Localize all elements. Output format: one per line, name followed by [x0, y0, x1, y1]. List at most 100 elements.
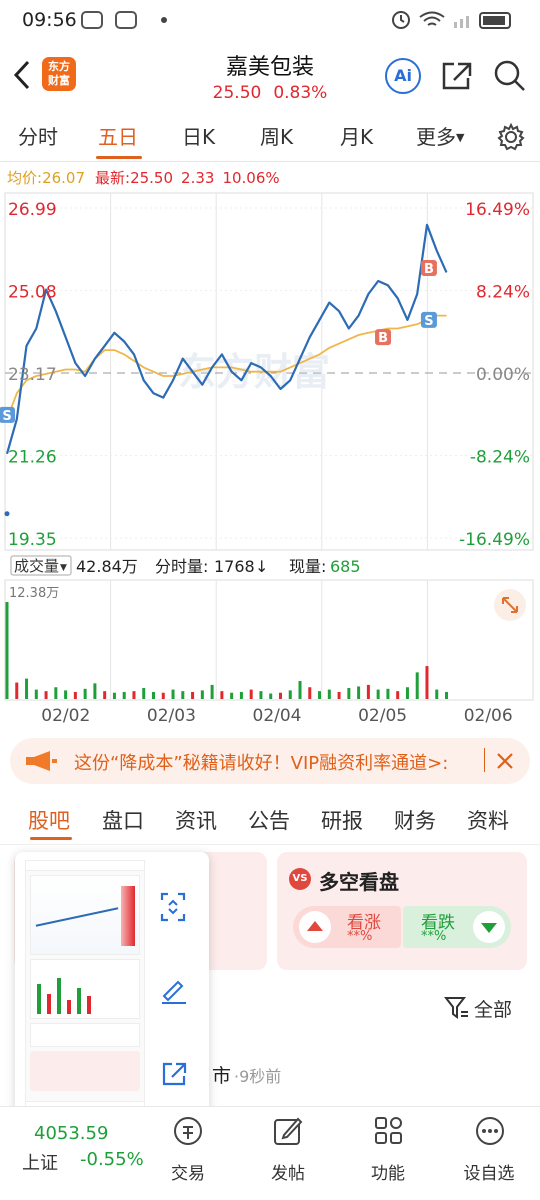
- screenshot-overlay[interactable]: [15, 852, 209, 1122]
- filter-icon[interactable]: [444, 995, 470, 1021]
- volume-total: 42.84万: [76, 557, 138, 576]
- volume-bar: [278, 692, 282, 699]
- index-name[interactable]: 上证: [22, 1149, 58, 1175]
- y-tick-left: 19.35: [8, 530, 57, 550]
- volume-bar: [73, 691, 77, 699]
- bullish-button[interactable]: 看涨 **%: [293, 906, 401, 948]
- volume-bar: [405, 687, 409, 699]
- tab-wuri[interactable]: 五日: [98, 121, 138, 150]
- nav-post[interactable]: 发帖: [248, 1159, 328, 1184]
- volume-bar: [376, 689, 380, 699]
- latest-change-pct: 10.06%: [222, 169, 280, 187]
- tab-month-k[interactable]: 月K: [340, 121, 373, 150]
- y-tick-right: -8.24%: [470, 448, 530, 468]
- fenshi-volume-value: 1768: [214, 557, 255, 576]
- volume-bars: [5, 602, 449, 699]
- volume-bar: [112, 692, 116, 699]
- volume-bar: [269, 693, 273, 699]
- functions-grid-icon: [375, 1117, 402, 1144]
- stock-header: 东方 财富 嘉美包装 25.50 0.83% Ai: [0, 40, 540, 112]
- buy-marker-label: B: [424, 262, 434, 277]
- screenshot-thumbnail[interactable]: [25, 860, 145, 1116]
- volume-label: 成交量: [14, 557, 59, 575]
- sell-marker-label: S: [2, 409, 11, 424]
- promo-banner[interactable]: 这份“降成本”秘籍请收好！VIP融资利率通道>:: [10, 738, 530, 784]
- nav-watchlist-settings[interactable]: 设自选: [449, 1159, 529, 1184]
- bearish-button[interactable]: 看跌 **%: [403, 906, 511, 948]
- volume-panel-frame: [4, 579, 534, 701]
- caret-down-icon: ▼: [456, 131, 465, 144]
- volume-grid: [110, 580, 428, 700]
- five-day-chart[interactable]: 东方财富 26.9925.0823.1721.2619.3516.49%8.24…: [0, 190, 540, 735]
- content-tab-underline: [30, 837, 72, 840]
- share-icon[interactable]: [440, 60, 474, 92]
- index-value[interactable]: 4053.59: [34, 1123, 108, 1144]
- share-screenshot-icon[interactable]: [160, 1060, 188, 1088]
- buy-marker-label: B: [378, 331, 388, 346]
- system-status-icons: [392, 11, 511, 29]
- x-tick-label: 02/06: [464, 706, 513, 726]
- y-tick-left: 26.99: [8, 200, 57, 220]
- volume-bar: [64, 690, 68, 699]
- tab-announcements[interactable]: 公告: [248, 805, 290, 835]
- y-tick-right: -16.49%: [459, 530, 530, 550]
- ai-button[interactable]: Ai: [385, 58, 421, 94]
- content-tabs: 股吧 盘口 资讯 公告 研报 财务 资料: [0, 795, 540, 845]
- volume-bar: [54, 687, 58, 699]
- price-info-line: 均价:26.07 最新:25.50 2.33 10.06%: [7, 167, 280, 188]
- volume-bar: [357, 686, 361, 699]
- crop-screenshot-icon[interactable]: [160, 892, 186, 922]
- nav-functions[interactable]: 功能: [348, 1159, 428, 1184]
- volume-bar: [93, 683, 97, 699]
- volume-bar: [327, 689, 331, 699]
- tab-research[interactable]: 研报: [321, 805, 363, 835]
- volume-bar: [132, 691, 136, 699]
- dot-icon: [161, 17, 167, 23]
- volume-bar: [83, 688, 87, 699]
- close-icon[interactable]: [496, 752, 514, 770]
- tab-fenshi[interactable]: 分时: [18, 121, 58, 150]
- tab-more[interactable]: 更多▼: [416, 121, 464, 150]
- status-bar: 09:56: [0, 0, 540, 40]
- volume-bar: [396, 691, 400, 699]
- tab-week-k[interactable]: 周K: [260, 121, 293, 150]
- volume-bar: [200, 690, 204, 699]
- search-icon[interactable]: [492, 58, 528, 94]
- banner-divider: [484, 748, 485, 772]
- tab-guba[interactable]: 股吧: [28, 805, 70, 835]
- volume-bar: [239, 691, 243, 699]
- volume-bar: [142, 688, 146, 699]
- duokong-card[interactable]: VS 多空看盘 看涨 **% 看跌 **%: [277, 852, 527, 970]
- index-change[interactable]: -0.55%: [80, 1149, 144, 1170]
- vs-icon: VS: [289, 868, 311, 890]
- tab-more-label: 更多: [416, 125, 456, 149]
- tab-profile[interactable]: 资料: [467, 805, 509, 835]
- x-tick-label: 02/04: [253, 706, 302, 726]
- tab-news[interactable]: 资讯: [175, 805, 217, 835]
- nav-trade[interactable]: 交易: [148, 1159, 228, 1184]
- tab-pankou[interactable]: 盘口: [102, 805, 144, 835]
- settings-gear-icon[interactable]: [496, 122, 526, 152]
- volume-bar: [44, 691, 48, 699]
- volume-bar: [386, 688, 390, 699]
- tab-day-k[interactable]: 日K: [182, 121, 215, 150]
- fenshi-volume-label: 分时量:: [155, 557, 208, 576]
- post-author[interactable]: 市: [212, 1061, 231, 1088]
- latest-value: 25.50: [130, 169, 174, 187]
- tab-finance[interactable]: 财务: [394, 805, 436, 835]
- volume-bar: [435, 689, 439, 699]
- volume-bar: [210, 684, 214, 699]
- up-triangle-icon: [307, 921, 323, 931]
- volume-bar: [318, 691, 322, 699]
- sell-marker-label: S: [424, 314, 433, 329]
- latest-label: 最新:: [95, 169, 131, 187]
- volume-caret-icon: ▼: [60, 563, 67, 573]
- down-triangle-icon: [481, 923, 497, 933]
- volume-bar: [15, 682, 19, 699]
- edit-pencil-icon[interactable]: [160, 976, 188, 1004]
- filter-label[interactable]: 全部: [474, 995, 512, 1022]
- trade-icon: [174, 1117, 202, 1145]
- x-tick-label: 02/02: [41, 706, 90, 726]
- volume-bar: [337, 691, 341, 699]
- volume-bar: [171, 689, 175, 699]
